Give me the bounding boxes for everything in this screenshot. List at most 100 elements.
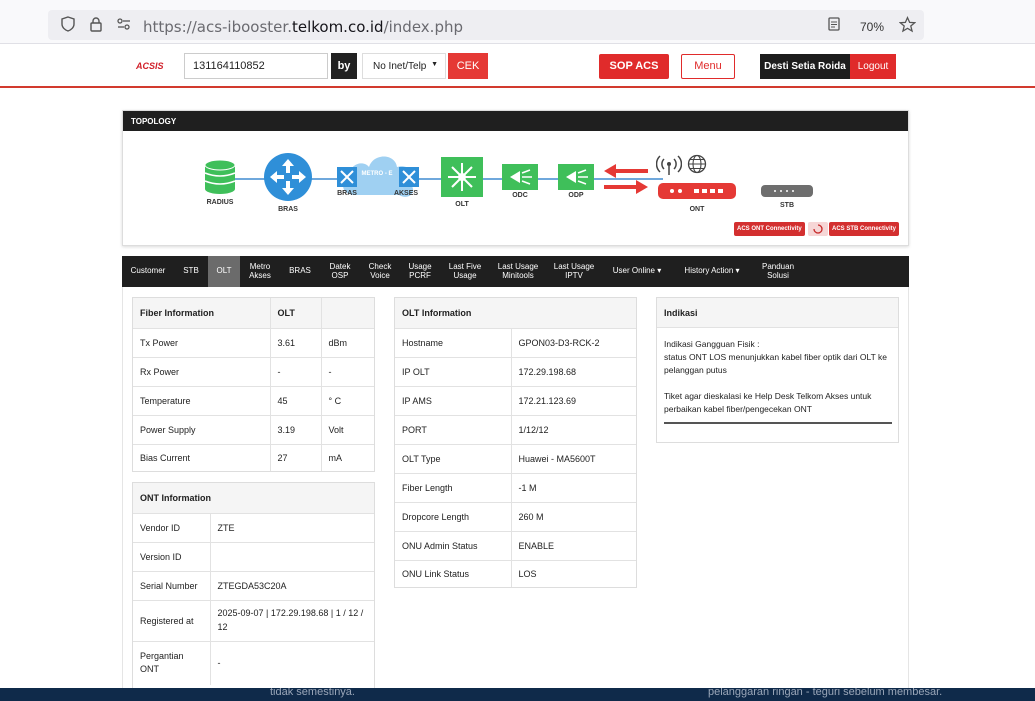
tab-last-five-usage[interactable]: Last Five Usage xyxy=(440,256,490,287)
sop-acs-button[interactable]: SOP ACS xyxy=(599,54,669,79)
acs-stb-connectivity-badge[interactable]: ACS STB Connectivity xyxy=(829,222,900,236)
tab-olt[interactable]: OLT xyxy=(208,256,240,287)
radius-icon[interactable] xyxy=(203,159,237,200)
wifi-signal-icon xyxy=(655,153,683,180)
row-unit: dBm xyxy=(320,327,374,357)
topology-panel: TOPOLOGY RADIUS BRAS METRO - E BRAS AKSE… xyxy=(122,110,909,246)
row-unit: Volt xyxy=(320,414,374,444)
user-name-button[interactable]: Desti Setia Roida xyxy=(760,54,850,79)
row-value: 45 xyxy=(269,385,321,415)
table-row: Fiber Length -1 M xyxy=(395,472,636,502)
url-text[interactable]: https://acs-ibooster.telkom.co.id/index.… xyxy=(143,18,463,36)
metro-cloud-icon[interactable] xyxy=(333,147,423,208)
indikasi-line-3: Tiket agar dieskalasi ke Help Desk Telko… xyxy=(664,391,872,414)
table-row: Registered at 2025-09-07 | 172.29.198.68… xyxy=(133,599,374,641)
row-label: Dropcore Length xyxy=(395,501,511,531)
tab-check-voice[interactable]: Check Voice xyxy=(360,256,400,287)
zoom-level[interactable]: 70% xyxy=(860,20,884,34)
row-value: 27 xyxy=(269,443,321,471)
table-row: Tx Power 3.61 dBm xyxy=(133,327,374,357)
row-value: ENABLE xyxy=(510,530,636,560)
row-value: LOS xyxy=(510,559,636,587)
ont-information-panel: ONT Information Vendor ID ZTE Version ID… xyxy=(132,482,375,692)
tab-last-usage-minitools[interactable]: Last Usage Minitools xyxy=(490,256,546,287)
bottom-right-text: pelanggaran ringan - teguri sebelum memb… xyxy=(708,688,943,698)
tab-panduan-solusi[interactable]: Panduan Solusi xyxy=(752,256,804,287)
row-label: Pergantian ONT xyxy=(133,640,210,685)
table-row: Vendor ID ZTE xyxy=(133,512,374,542)
table-row: Bias Current 27 mA xyxy=(133,443,374,471)
tab-usage-pcrf[interactable]: Usage PCRF xyxy=(400,256,440,287)
table-row: Power Supply 3.19 Volt xyxy=(133,414,374,444)
reader-view-icon[interactable] xyxy=(824,16,844,36)
acsis-logo[interactable]: ACSIS xyxy=(136,61,164,71)
menu-button[interactable]: Menu xyxy=(681,54,735,79)
tab-datek-osp[interactable]: Datek OSP xyxy=(320,256,360,287)
table-row: IP OLT 172.29.198.68 xyxy=(395,356,636,386)
olt-information-panel: OLT Information Hostname GPON03-D3-RCK-2 … xyxy=(394,297,637,588)
row-value: 3.61 xyxy=(269,327,321,357)
stb-label: STB xyxy=(780,202,794,209)
row-label: Version ID xyxy=(133,541,210,571)
acs-ont-connectivity-badge[interactable]: ACS ONT Connectivity xyxy=(734,222,805,236)
table-row: IP AMS 172.21.123.69 xyxy=(395,385,636,415)
olt-label: OLT xyxy=(455,201,469,208)
bookmark-star-icon[interactable] xyxy=(897,16,917,36)
odp-label: ODP xyxy=(568,192,584,199)
shield-icon[interactable] xyxy=(58,16,78,36)
tab-stb[interactable]: STB xyxy=(174,256,208,287)
row-value xyxy=(209,541,374,571)
row-value: 1/12/12 xyxy=(510,414,636,444)
metro-label: METRO - E xyxy=(361,171,393,177)
search-type-select[interactable]: No Inet/Telp ▼ xyxy=(362,53,446,79)
tab-last-usage-iptv[interactable]: Last Usage IPTV xyxy=(546,256,602,287)
globe-icon xyxy=(687,154,707,179)
row-value: 172.21.123.69 xyxy=(510,385,636,415)
table-row: Temperature 45 ° C xyxy=(133,385,374,415)
logout-button[interactable]: Logout xyxy=(850,54,896,79)
tab-user-online[interactable]: User Online ▾ xyxy=(602,256,672,287)
topology-title: TOPOLOGY xyxy=(123,111,908,131)
fiber-information-panel: Fiber Information OLT Tx Power 3.61 dBm … xyxy=(132,297,375,472)
tab-metro-akses[interactable]: Metro Akses xyxy=(240,256,280,287)
row-value: 2025-09-07 | 172.29.198.68 | 1 / 12 / 12 xyxy=(209,599,374,641)
row-value: ZTE xyxy=(209,512,374,542)
table-row: ONU Link Status LOS xyxy=(395,559,636,587)
odp-icon[interactable] xyxy=(558,164,594,195)
chevron-down-icon: ▼ xyxy=(431,61,438,68)
row-value: - xyxy=(209,640,374,685)
divider xyxy=(664,421,892,424)
ont-device-icon[interactable] xyxy=(658,183,736,206)
connectivity-arrows-icon xyxy=(604,161,648,200)
permissions-icon[interactable] xyxy=(114,16,134,36)
row-label: Temperature xyxy=(133,385,270,415)
lock-icon[interactable] xyxy=(86,16,106,36)
row-label: ONU Link Status xyxy=(395,559,511,587)
bras-router-icon[interactable] xyxy=(263,152,313,207)
olt-icon[interactable] xyxy=(441,157,483,202)
by-label: by xyxy=(331,53,357,79)
tab-history-action[interactable]: History Action ▾ xyxy=(672,256,752,287)
bottom-overlay-strip: tidak semestinya. pelanggaran ringan - t… xyxy=(0,688,1035,701)
ont-label: ONT xyxy=(689,206,705,213)
row-label: IP AMS xyxy=(395,385,511,415)
row-label: Registered at xyxy=(133,599,210,641)
row-value: 260 M xyxy=(510,501,636,531)
odc-icon[interactable] xyxy=(502,164,538,195)
table-row: Rx Power - - xyxy=(133,356,374,386)
row-value: 3.19 xyxy=(269,414,321,444)
tab-bras[interactable]: BRAS xyxy=(280,256,320,287)
cek-button[interactable]: CEK xyxy=(448,53,488,79)
row-label: IP OLT xyxy=(395,356,511,386)
tab-customer[interactable]: Customer xyxy=(122,256,174,287)
tab-bar: Customer STB OLT Metro Akses BRAS Datek … xyxy=(122,256,909,287)
row-value: - xyxy=(269,356,321,386)
bottom-left-text: tidak semestinya. xyxy=(270,688,355,698)
app-navbar: ACSIS 131164110852 by No Inet/Telp ▼ CEK… xyxy=(0,45,1035,88)
search-input[interactable]: 131164110852 xyxy=(184,53,328,79)
row-label: Rx Power xyxy=(133,356,270,386)
table-row: Dropcore Length 260 M xyxy=(395,501,636,531)
row-value: ZTEGDA53C20A xyxy=(209,570,374,600)
search-type-value: No Inet/Telp xyxy=(373,61,427,72)
browser-toolbar: https://acs-ibooster.telkom.co.id/index.… xyxy=(0,0,1035,44)
